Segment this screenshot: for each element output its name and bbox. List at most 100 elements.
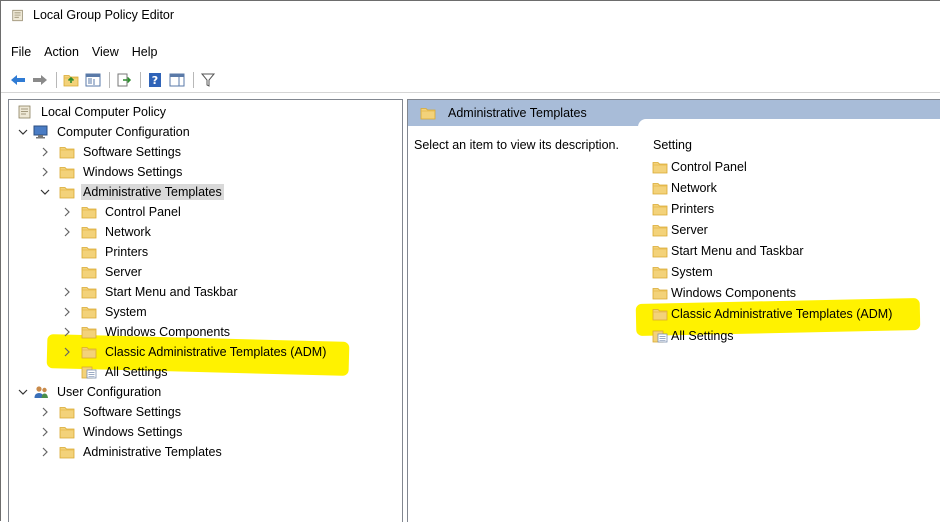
folder-icon <box>81 265 97 279</box>
toolbar: ? <box>1 67 940 93</box>
list-item-label: Windows Components <box>671 286 797 300</box>
folder-icon <box>420 106 436 120</box>
list-item-network[interactable]: Network <box>652 178 717 198</box>
list-item-start-menu-and-taskbar[interactable]: Start Menu and Taskbar <box>652 241 803 261</box>
tree-item-windows-components[interactable]: Windows Components <box>61 322 232 342</box>
chevron-right-icon[interactable] <box>39 426 51 438</box>
menu-file[interactable]: File <box>11 45 31 59</box>
chevron-right-icon[interactable] <box>61 226 73 238</box>
tree-item-user-configuration[interactable]: User Configuration <box>17 382 163 402</box>
chevron-right-icon[interactable] <box>61 326 73 338</box>
menu-help[interactable]: Help <box>132 45 158 59</box>
tree-item-label: Network <box>105 225 151 239</box>
help-icon: ? <box>149 72 161 87</box>
tree-item-label: Control Panel <box>105 205 181 219</box>
tree-item-cc-windows-settings[interactable]: Windows Settings <box>39 162 184 182</box>
folder-icon <box>81 285 97 299</box>
tree-item-label: Windows Settings <box>83 425 183 439</box>
toolbar-separator <box>193 71 194 88</box>
tree-item-cc-administrative-templates[interactable]: Administrative Templates <box>39 182 224 202</box>
folder-icon <box>81 225 97 239</box>
toolbar-separator <box>56 71 57 88</box>
list-item-label: Start Menu and Taskbar <box>671 244 804 258</box>
folder-icon <box>652 202 668 216</box>
list-item-classic-administrative-templates[interactable]: Classic Administrative Templates (ADM) <box>652 304 892 324</box>
list-item-printers[interactable]: Printers <box>652 199 714 219</box>
tree-item-uc-software-settings[interactable]: Software Settings <box>39 402 183 422</box>
svg-text:?: ? <box>152 74 158 87</box>
back-button[interactable] <box>8 70 28 90</box>
export-list-icon <box>117 73 132 86</box>
tree-item-classic-administrative-templates[interactable]: Classic Administrative Templates (ADM) <box>61 342 328 362</box>
tree-item-control-panel[interactable]: Control Panel <box>61 202 183 222</box>
title-bar: Local Group Policy Editor <box>1 1 940 29</box>
tree-item-uc-windows-settings[interactable]: Windows Settings <box>39 422 184 442</box>
export-list-button[interactable] <box>114 70 134 90</box>
computer-icon <box>33 125 48 139</box>
folder-icon <box>652 265 668 279</box>
tree-item-server[interactable]: Server <box>61 262 144 282</box>
folder-icon <box>652 244 668 258</box>
list-item-all-settings[interactable]: All Settings <box>652 326 734 346</box>
folder-icon <box>59 425 75 439</box>
forward-button[interactable] <box>30 70 50 90</box>
tree-item-all-settings[interactable]: All Settings <box>61 362 170 382</box>
tree-item-cc-software-settings[interactable]: Software Settings <box>39 142 183 162</box>
back-arrow-icon <box>11 74 25 85</box>
all-settings-icon <box>81 365 97 379</box>
chevron-down-icon[interactable] <box>39 186 51 198</box>
standard-tab-edge <box>638 119 940 129</box>
chevron-right-icon[interactable] <box>61 306 73 318</box>
chevron-right-icon[interactable] <box>39 166 51 178</box>
tree-item-label: User Configuration <box>57 385 162 399</box>
help-button[interactable]: ? <box>145 70 165 90</box>
tree-item-uc-administrative-templates[interactable]: Administrative Templates <box>39 442 224 462</box>
filter-button[interactable] <box>198 70 218 90</box>
tree-item-label: Windows Settings <box>83 165 183 179</box>
properties-pane-icon <box>169 73 185 86</box>
folder-icon <box>81 305 97 319</box>
tree-item-computer-configuration[interactable]: Computer Configuration <box>17 122 192 142</box>
window-title: Local Group Policy Editor <box>33 8 175 22</box>
tree-item-label: System <box>105 305 147 319</box>
tree-item-start-menu-and-taskbar[interactable]: Start Menu and Taskbar <box>61 282 239 302</box>
tree-item-network[interactable]: Network <box>61 222 153 242</box>
tree-item-printers[interactable]: Printers <box>61 242 150 262</box>
folder-icon <box>59 165 75 179</box>
menu-action[interactable]: Action <box>44 45 79 59</box>
chevron-down-icon[interactable] <box>17 386 29 398</box>
folder-icon <box>652 286 668 300</box>
properties-pane-button[interactable] <box>167 70 187 90</box>
chevron-right-icon[interactable] <box>61 206 73 218</box>
list-item-system[interactable]: System <box>652 262 713 282</box>
list-item-server[interactable]: Server <box>652 220 708 240</box>
console-tree[interactable]: Local Computer Policy Computer Configura… <box>8 99 403 522</box>
folder-icon <box>59 145 75 159</box>
folder-icon <box>652 307 668 321</box>
tree-item-label: Administrative Templates <box>83 445 222 459</box>
policy-editor-icon <box>11 8 25 23</box>
chevron-right-icon[interactable] <box>39 146 51 158</box>
app-window: Local Group Policy Editor File Action Vi… <box>0 0 940 522</box>
menu-view[interactable]: View <box>92 45 119 59</box>
chevron-down-icon[interactable] <box>17 126 29 138</box>
chevron-right-icon[interactable] <box>39 446 51 458</box>
list-item-control-panel[interactable]: Control Panel <box>652 157 747 177</box>
all-settings-icon <box>652 329 668 343</box>
folder-icon <box>81 345 97 359</box>
chevron-right-icon[interactable] <box>61 286 73 298</box>
list-item-label: System <box>671 265 713 279</box>
description-text: Select an item to view its description. <box>414 138 619 152</box>
tree-item-label: Server <box>105 265 142 279</box>
up-one-level-button[interactable] <box>61 70 81 90</box>
tree-item-system[interactable]: System <box>61 302 149 322</box>
show-hide-tree-button[interactable] <box>83 70 103 90</box>
list-item-label: All Settings <box>671 329 734 343</box>
tree-item-local-computer-policy[interactable]: Local Computer Policy <box>17 102 168 122</box>
list-item-windows-components[interactable]: Windows Components <box>652 283 796 303</box>
up-folder-icon <box>63 73 79 87</box>
column-header-setting[interactable]: Setting <box>653 138 692 152</box>
chevron-right-icon[interactable] <box>39 406 51 418</box>
chevron-right-icon[interactable] <box>61 346 73 358</box>
details-pane: Administrative Templates Select an item … <box>407 99 940 522</box>
